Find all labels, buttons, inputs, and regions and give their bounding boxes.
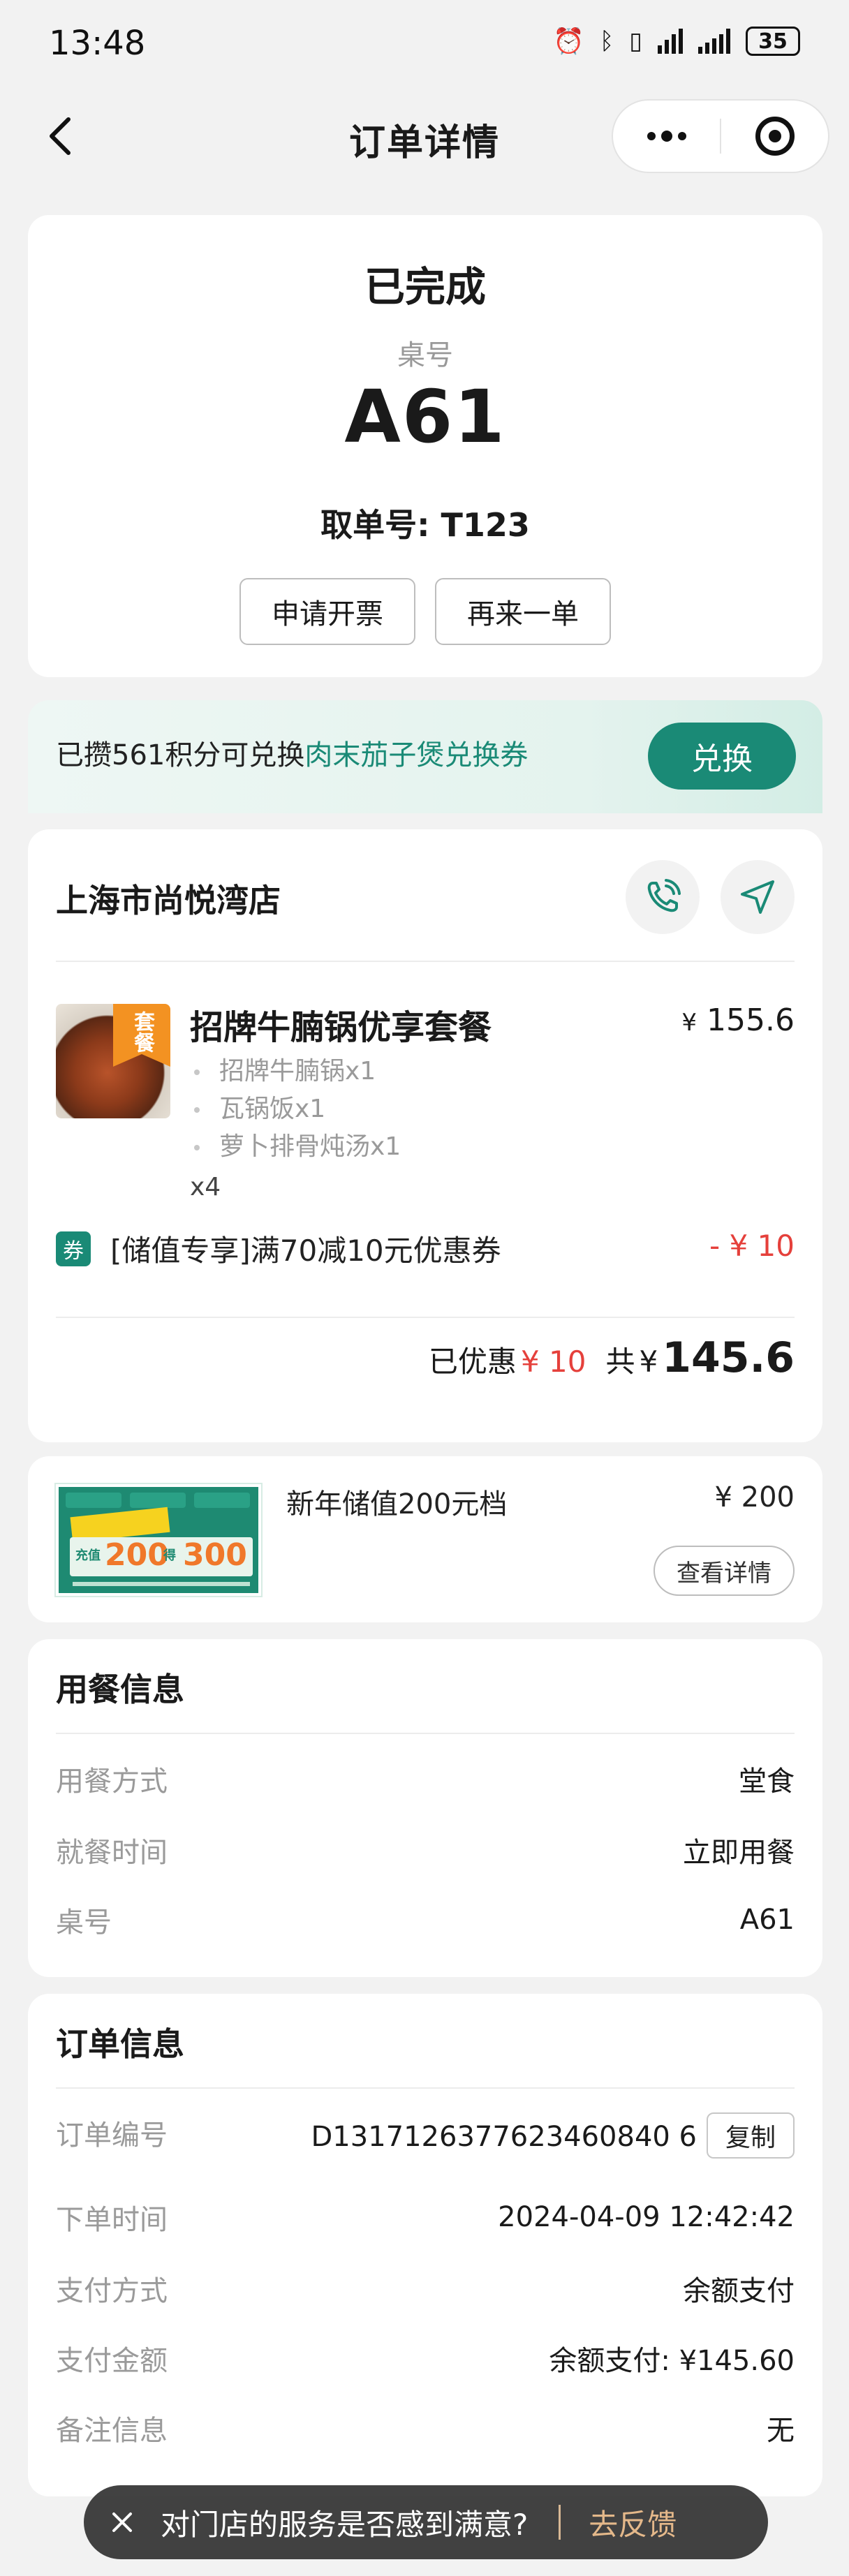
- call-store-button[interactable]: [626, 860, 700, 934]
- total-label: 共: [605, 1345, 635, 1379]
- points-prefix: 已攒561积分可兑换: [56, 739, 305, 771]
- view-details-button[interactable]: 查看详情: [654, 1546, 795, 1596]
- row-label: 下单时间: [56, 2204, 168, 2236]
- copy-button[interactable]: 复制: [707, 2112, 795, 2159]
- row-value: 立即用餐: [683, 1837, 795, 1869]
- sub-item-list: 招牌牛腩锅x1 瓦锅饭x1 萝卜排骨炖汤x1: [190, 1053, 401, 1166]
- row-label: 用餐方式: [56, 1766, 168, 1798]
- dining-info-card: 用餐信息 用餐方式 堂食 就餐时间 立即用餐 桌号 A61: [28, 1639, 822, 1977]
- dining-row-time: 就餐时间 立即用餐: [56, 1829, 795, 1871]
- set-meal-image: 套餐: [56, 1004, 170, 1118]
- recharge-promo-image: 充值 200 得 300: [54, 1483, 263, 1597]
- feedback-link[interactable]: 去反馈: [589, 2501, 677, 2544]
- row-value: 余额支付: ¥145.60: [549, 2345, 795, 2377]
- total-amount: 145.6: [662, 1333, 795, 1382]
- vibrate-icon: ▯: [629, 27, 642, 55]
- order-status-title: 已完成: [364, 263, 486, 311]
- row-value: 堂食: [739, 1766, 795, 1798]
- feedback-question: 对门店的服务是否感到满意?: [161, 2507, 529, 2542]
- store-name: 上海市尚悦湾店: [56, 882, 281, 919]
- order-number: D1317126377623460840 6: [311, 2121, 697, 2153]
- status-time: 13:48: [49, 24, 146, 63]
- dining-row-mode: 用餐方式 堂食: [56, 1758, 795, 1800]
- target-icon: [755, 117, 795, 156]
- points-text: 已攒561积分可兑换肉末茄子煲兑换券: [56, 732, 528, 773]
- row-label: 就餐时间: [56, 1837, 168, 1869]
- navigation-arrow-icon: [741, 880, 774, 914]
- row-label: 桌号: [56, 1907, 112, 1939]
- dining-info-title: 用餐信息: [56, 1671, 184, 1708]
- item-price: ¥ 155.6: [681, 1002, 795, 1038]
- order-actions: 申请开票 再来一单: [28, 578, 822, 645]
- table-number: A61: [344, 374, 506, 459]
- sub-item: 萝卜排骨炖汤x1: [190, 1128, 401, 1166]
- status-bar: 13:48 ⏰ ᛒ ▯ 35: [0, 0, 849, 84]
- phone-icon: [647, 879, 681, 912]
- order-row-payment-method: 支付方式 余额支付: [56, 2267, 795, 2309]
- close-miniprogram-button[interactable]: [721, 101, 828, 172]
- recharge-price: ¥ 200: [714, 1481, 795, 1513]
- row-label: 订单编号: [56, 2119, 168, 2152]
- coupon-name: [储值专享]满70减10元优惠券: [110, 1234, 501, 1268]
- exchange-button[interactable]: 兑换: [648, 723, 796, 790]
- order-info-title: 订单信息: [56, 2025, 184, 2063]
- discount-label: 已优惠: [428, 1345, 517, 1379]
- coupon-icon: 券: [56, 1231, 91, 1266]
- mini-program-capsule: [612, 99, 829, 173]
- order-row-remark: 备注信息 无: [56, 2407, 795, 2449]
- store-order-card: 上海市尚悦湾店 套餐 招牌牛腩锅优享套餐 ¥ 155.6 招牌牛腩锅x1 瓦锅饭…: [28, 829, 822, 1442]
- row-value: A61: [739, 1904, 795, 1936]
- coupon-amount: - ¥ 10: [709, 1229, 795, 1263]
- item-quantity: x4: [190, 1173, 221, 1201]
- close-toast-button[interactable]: [84, 2510, 161, 2535]
- signal-icon: [658, 29, 683, 54]
- navigate-to-store-button[interactable]: [721, 860, 795, 934]
- store-divider: [56, 961, 795, 962]
- more-button[interactable]: [613, 101, 720, 172]
- status-icons: ⏰ ᛒ ▯ 35: [553, 27, 800, 56]
- order-row-time: 下单时间 2024-04-09 12:42:42: [56, 2196, 795, 2238]
- row-value: 余额支付: [683, 2275, 795, 2307]
- order-info-divider: [56, 2087, 795, 2089]
- dining-row-table: 桌号 A61: [56, 1899, 795, 1941]
- bluetooth-icon: ᛒ: [599, 27, 614, 55]
- item-name: 招牌牛腩锅优享套餐: [190, 1008, 492, 1047]
- points-reward-name[interactable]: 肉末茄子煲兑换券: [304, 739, 528, 771]
- table-label: 桌号: [397, 339, 453, 371]
- sub-item: 招牌牛腩锅x1: [190, 1053, 401, 1090]
- set-meal-badge: 套餐: [113, 1004, 170, 1067]
- request-invoice-button[interactable]: 申请开票: [239, 578, 415, 645]
- row-label: 支付方式: [56, 2275, 168, 2307]
- close-icon: [112, 2512, 132, 2532]
- row-value: 无: [767, 2415, 795, 2447]
- recharge-card: 充值 200 得 300 新年储值200元档 ¥ 200 查看详情: [28, 1456, 822, 1622]
- row-label: 支付金额: [56, 2345, 168, 2377]
- pickup-number: 取单号: T123: [320, 506, 530, 544]
- order-number-value: D1317126377623460840 6 复制: [311, 2112, 795, 2159]
- reorder-button[interactable]: 再来一单: [435, 578, 611, 645]
- battery-indicator: 35: [746, 27, 800, 56]
- order-status-card: 已完成 桌号 A61 取单号: T123 申请开票 再来一单: [28, 215, 822, 677]
- row-label: 备注信息: [56, 2415, 168, 2447]
- order-row-payment-amount: 支付金额 余额支付: ¥145.60: [56, 2337, 795, 2379]
- feedback-toast: 对门店的服务是否感到满意? 去反馈: [84, 2485, 768, 2559]
- nav-bar: 订单详情: [0, 84, 849, 188]
- more-dots-icon: [647, 131, 686, 142]
- order-info-card: 订单信息 订单编号 D1317126377623460840 6 复制 下单时间…: [28, 1994, 822, 2496]
- row-value: 2024-04-09 12:42:42: [498, 2201, 795, 2233]
- order-summary: 已优惠 ¥ 10 共 ¥ 145.6: [429, 1333, 795, 1382]
- discount-value: ¥ 10: [520, 1345, 586, 1379]
- signal-icon-2: [698, 29, 730, 54]
- alarm-icon: ⏰: [553, 27, 584, 56]
- recharge-name: 新年储值200元档: [286, 1488, 508, 1520]
- total-currency: ¥: [639, 1345, 658, 1379]
- summary-divider: [56, 1317, 795, 1318]
- toast-divider: [559, 2505, 561, 2540]
- dining-info-divider: [56, 1733, 795, 1734]
- sub-item: 瓦锅饭x1: [190, 1090, 401, 1128]
- order-row-number: 订单编号 D1317126377623460840 6 复制: [56, 2112, 795, 2168]
- points-banner: 已攒561积分可兑换肉末茄子煲兑换券 兑换: [28, 700, 822, 813]
